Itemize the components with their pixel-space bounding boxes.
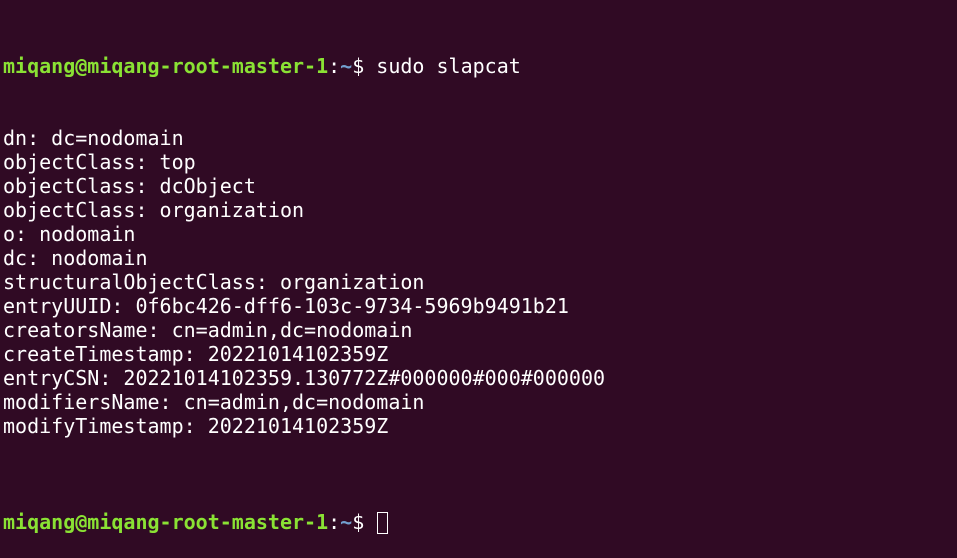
output-line: dc: nodomain <box>3 246 148 270</box>
output-line: entryCSN: 20221014102359.130772Z#000000#… <box>3 366 606 390</box>
output-line: createTimestamp: 20221014102359Z <box>3 342 389 366</box>
command-text: sudo slapcat <box>376 54 521 78</box>
prompt-path: ~ <box>340 54 353 78</box>
output-line: dn: dc=nodomain <box>3 126 184 150</box>
output-line: creatorsName: cn=admin,dc=nodomain <box>3 318 413 342</box>
output-line: modifyTimestamp: 20221014102359Z <box>3 414 389 438</box>
command-output: dn: dc=nodomain objectClass: top objectCla… <box>3 126 957 462</box>
prompt-symbol: $ <box>352 54 377 78</box>
output-line: objectClass: top <box>3 150 196 174</box>
prompt-symbol: $ <box>352 510 377 534</box>
output-line: entryUUID: 0f6bc426-dff6-103c-9734-5969b… <box>3 294 569 318</box>
output-line: modifiersName: cn=admin,dc=nodomain <box>3 390 425 414</box>
prompt-separator: : <box>328 510 341 534</box>
prompt-separator: : <box>328 54 341 78</box>
output-line: objectClass: dcObject <box>3 174 256 198</box>
command-line: miqang@miqang-root-master-1:~$ sudo slap… <box>3 54 957 78</box>
output-line: objectClass: organization <box>3 198 305 222</box>
active-prompt-line[interactable]: miqang@miqang-root-master-1:~$ <box>3 510 957 534</box>
output-line: structuralObjectClass: organization <box>3 270 425 294</box>
text-cursor[interactable] <box>377 512 389 534</box>
prompt-user-host: miqang@miqang-root-master-1 <box>3 510 329 534</box>
terminal-window[interactable]: miqang@miqang-root-master-1:~$ sudo slap… <box>0 0 957 534</box>
prompt-user-host: miqang@miqang-root-master-1 <box>3 54 329 78</box>
output-line: o: nodomain <box>3 222 136 246</box>
prompt-path: ~ <box>340 510 353 534</box>
